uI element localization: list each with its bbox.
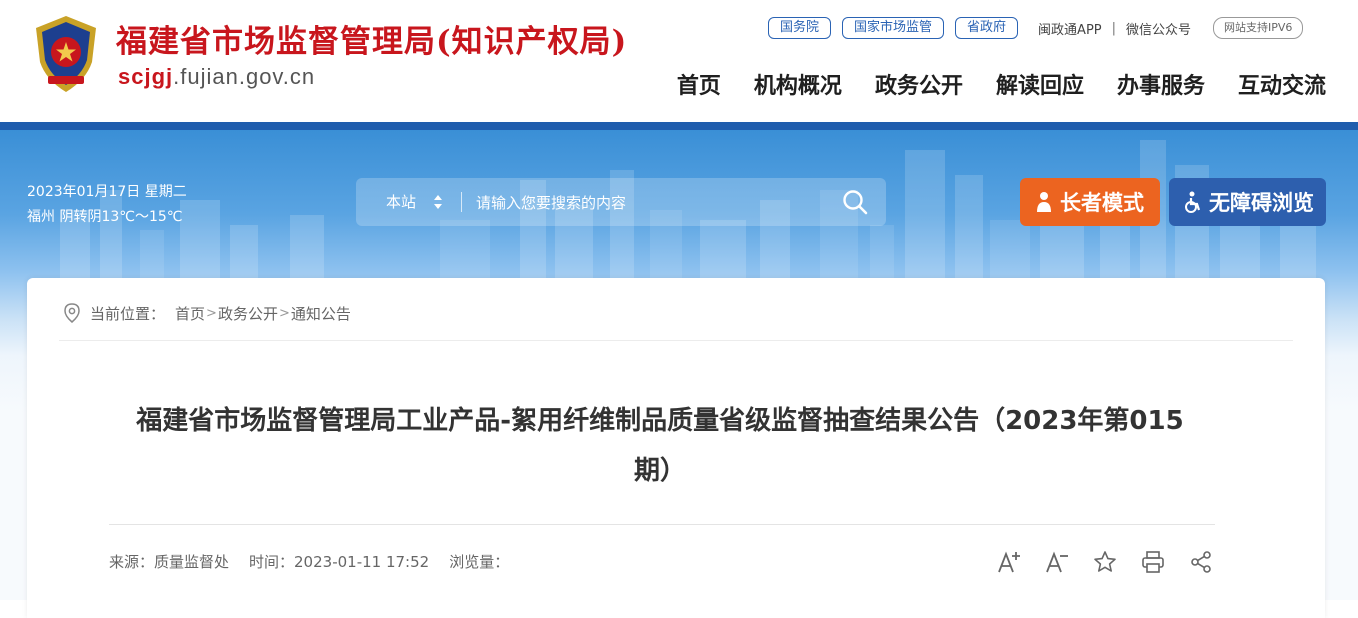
site-name[interactable]: 福建省市场监督管理局(知识产权局) [116, 16, 627, 61]
search-box: 本站 [356, 178, 886, 226]
breadcrumb: 当前位置： 首页 > 政务公开 > 通知公告 [63, 302, 351, 324]
article-time: 时间：2023-01-11 17:52 [249, 552, 430, 571]
article-tools [997, 550, 1213, 574]
domain-strong: scjgj [118, 64, 174, 89]
font-decrease-icon [1046, 551, 1068, 573]
link-wechat[interactable]: 微信公众号 [1126, 19, 1191, 38]
search-icon[interactable] [842, 189, 868, 215]
breadcrumb-separator: > [278, 305, 290, 321]
article-views: 浏览量： [449, 552, 510, 571]
breadcrumb-notices[interactable]: 通知公告 [291, 303, 351, 324]
star-icon [1094, 551, 1116, 572]
location-pin-icon [64, 303, 80, 323]
divider [59, 340, 1293, 341]
divider: | [1111, 20, 1117, 36]
site-header: 福建省市场监督管理局(知识产权局) scjgj.fujian.gov.cn 国务… [0, 0, 1358, 122]
domain-rest: .fujian.gov.cn [173, 64, 316, 89]
date-weather: 2023年01月17日 星期二 福州 阴转阴13℃～15℃ [27, 180, 187, 230]
breadcrumb-label: 当前位置： [90, 304, 166, 323]
link-samr[interactable]: 国家市场监管 [842, 17, 945, 39]
nav-gov-affairs[interactable]: 政务公开 [875, 68, 963, 100]
breadcrumb-gov-affairs[interactable]: 政务公开 [218, 303, 278, 324]
weather-text: 福州 阴转阴13℃～15℃ [27, 209, 183, 225]
elder-person-icon [1037, 192, 1051, 212]
link-province-gov[interactable]: 省政府 [955, 17, 1019, 39]
search-scope-select[interactable]: 本站 [386, 178, 416, 226]
share-icon [1191, 551, 1211, 573]
elder-mode-button[interactable]: 长者模式 [1020, 178, 1160, 226]
breadcrumb-separator: > [206, 305, 217, 321]
wheelchair-icon [1185, 191, 1201, 213]
favorite-button[interactable] [1093, 550, 1117, 574]
date-text: 2023年01月17日 星期二 [27, 184, 187, 200]
elder-mode-label: 长者模式 [1060, 191, 1144, 215]
link-app[interactable]: 闽政通APP [1038, 19, 1102, 38]
nav-organization[interactable]: 机构概况 [754, 68, 842, 100]
search-divider [461, 192, 462, 212]
accessibility-button[interactable]: 无障碍浏览 [1169, 178, 1326, 226]
main-nav: 首页 机构概况 政务公开 解读回应 办事服务 互动交流 [677, 68, 1326, 100]
nav-services[interactable]: 办事服务 [1117, 68, 1205, 100]
top-links: 国务院 国家市场监管 省政府 闽政通APP | 微信公众号 网站支持IPV6 [768, 16, 1304, 40]
chevron-updown-icon[interactable] [434, 194, 442, 210]
link-state-council[interactable]: 国务院 [768, 17, 832, 39]
article-meta: 来源：质量监督处 时间：2023-01-11 17:52 浏览量： [109, 551, 509, 571]
font-increase-icon [998, 551, 1020, 573]
share-button[interactable] [1189, 550, 1213, 574]
article-card: 当前位置： 首页 > 政务公开 > 通知公告 福建省市场监督管理局工业产品-絮用… [27, 278, 1325, 618]
nav-home[interactable]: 首页 [677, 68, 721, 100]
search-input[interactable] [474, 186, 818, 220]
breadcrumb-home[interactable]: 首页 [175, 303, 205, 324]
banner-top-bar [0, 122, 1358, 130]
ipv6-badge: 网站支持IPV6 [1213, 17, 1304, 39]
article-source: 来源：质量监督处 [109, 552, 230, 571]
nav-interaction[interactable]: 互动交流 [1238, 68, 1326, 100]
nav-interpretation[interactable]: 解读回应 [996, 68, 1084, 100]
font-increase-button[interactable] [997, 550, 1021, 574]
emblem-icon[interactable] [30, 14, 102, 94]
print-icon [1142, 551, 1164, 573]
font-decrease-button[interactable] [1045, 550, 1069, 574]
accessibility-label: 无障碍浏览 [1209, 191, 1314, 215]
divider [109, 524, 1215, 525]
site-domain[interactable]: scjgj.fujian.gov.cn [118, 64, 315, 90]
print-button[interactable] [1141, 550, 1165, 574]
article-title: 福建省市场监督管理局工业产品-絮用纤维制品质量省级监督抽查结果公告（2023年第… [136, 406, 1184, 486]
